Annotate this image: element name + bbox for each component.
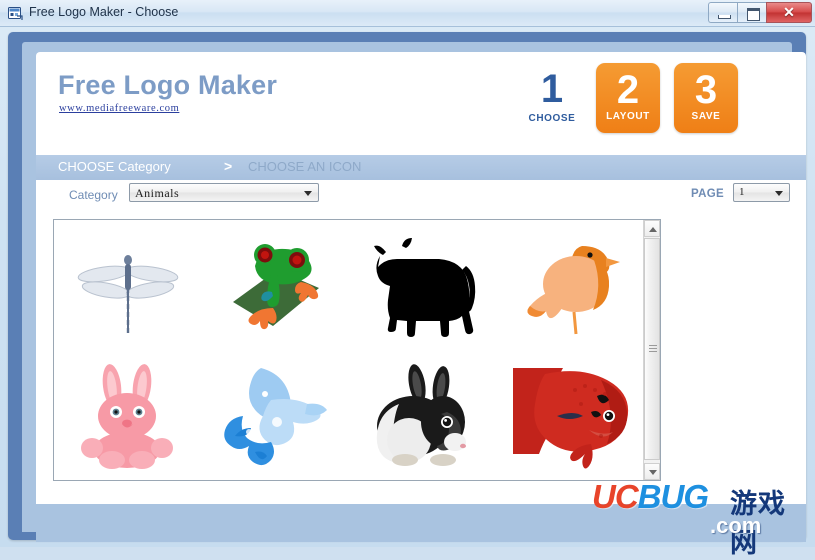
grip-icon xyxy=(649,345,657,353)
step-indicator: 1 CHOOSE 2 LAYOUT 3 SAVE xyxy=(513,63,738,143)
step-3-save[interactable]: 3 SAVE xyxy=(674,63,738,133)
icon-cell-rabbit[interactable] xyxy=(349,350,497,480)
step-2-layout[interactable]: 2 LAYOUT xyxy=(596,63,660,133)
icon-cell-cow[interactable] xyxy=(349,220,497,350)
dove-icon xyxy=(224,368,328,466)
step-1-label: CHOOSE xyxy=(528,113,576,124)
brand-url-link[interactable]: www.mediafreeware.com xyxy=(59,103,179,114)
app-icon xyxy=(7,5,24,22)
step-3-label: SAVE xyxy=(691,111,721,122)
step-3-number: 3 xyxy=(694,68,718,112)
close-icon: ✕ xyxy=(783,4,795,20)
icon-cell-dragonfly[interactable] xyxy=(54,220,202,350)
page-select-value: 1 xyxy=(739,186,745,198)
cow-icon xyxy=(373,238,475,337)
window-frame: Free Logo Maker www.mediafreeware.com 1 … xyxy=(8,32,806,542)
rabbit-icon xyxy=(376,364,466,466)
frame-inner: Free Logo Maker www.mediafreeware.com 1 … xyxy=(22,42,806,542)
step-1-number: 1 xyxy=(540,67,564,111)
scroll-up-button[interactable] xyxy=(644,220,660,237)
breadcrumb: CHOOSE Category > CHOOSE AN ICON xyxy=(36,155,806,180)
step-2-label: LAYOUT xyxy=(606,111,650,122)
window-controls: ✕ xyxy=(708,2,812,23)
application-window: Free Logo Maker - Choose ✕ Free Logo Mak… xyxy=(0,0,815,559)
title-bar: Free Logo Maker - Choose ✕ xyxy=(0,0,815,27)
minimize-button[interactable] xyxy=(708,2,737,23)
close-button[interactable]: ✕ xyxy=(766,2,812,23)
breadcrumb-separator-icon: > xyxy=(224,158,233,174)
icon-grid-scrollbar[interactable] xyxy=(643,220,660,480)
scroll-down-button[interactable] xyxy=(644,463,660,480)
app-header: Free Logo Maker www.mediafreeware.com 1 … xyxy=(36,52,806,155)
chevron-down-icon xyxy=(775,191,783,196)
chevron-down-icon xyxy=(304,191,312,196)
window-title: Free Logo Maker - Choose xyxy=(29,5,179,19)
page-select[interactable]: 1 xyxy=(733,183,790,202)
scrollbar-thumb[interactable] xyxy=(644,238,660,460)
icon-cell-bunny[interactable] xyxy=(54,350,202,480)
brand-title: Free Logo Maker xyxy=(58,70,278,100)
page-label: PAGE xyxy=(691,188,724,200)
bottom-panel xyxy=(36,504,806,542)
chevron-down-icon xyxy=(649,470,657,475)
step-2-number: 2 xyxy=(616,68,640,112)
chevron-up-icon xyxy=(649,227,657,232)
bunny-icon xyxy=(80,364,173,469)
dragonfly-icon xyxy=(77,255,179,334)
category-label: Category xyxy=(69,188,118,202)
maximize-button[interactable] xyxy=(737,2,766,23)
breadcrumb-choose-an-icon[interactable]: CHOOSE AN ICON xyxy=(248,159,361,174)
maximize-icon xyxy=(747,8,760,21)
category-select-value: Animals xyxy=(135,186,180,200)
step-1-choose[interactable]: 1 CHOOSE xyxy=(521,63,583,135)
breadcrumb-choose-category[interactable]: CHOOSE Category xyxy=(58,159,171,174)
icon-cell-frog[interactable] xyxy=(202,220,350,350)
icon-cell-bird[interactable] xyxy=(497,220,645,350)
icon-cell-fish[interactable] xyxy=(497,350,645,480)
category-select[interactable]: Animals xyxy=(129,183,319,202)
minimize-icon xyxy=(718,15,731,19)
icon-grid-panel xyxy=(53,219,661,481)
icon-cell-dove[interactable] xyxy=(202,350,350,480)
bird-icon xyxy=(527,246,621,335)
fish-icon xyxy=(513,368,629,469)
frog-icon xyxy=(233,244,320,330)
controls-row: Category Animals PAGE 1 xyxy=(36,180,806,208)
icon-grid xyxy=(54,220,644,480)
